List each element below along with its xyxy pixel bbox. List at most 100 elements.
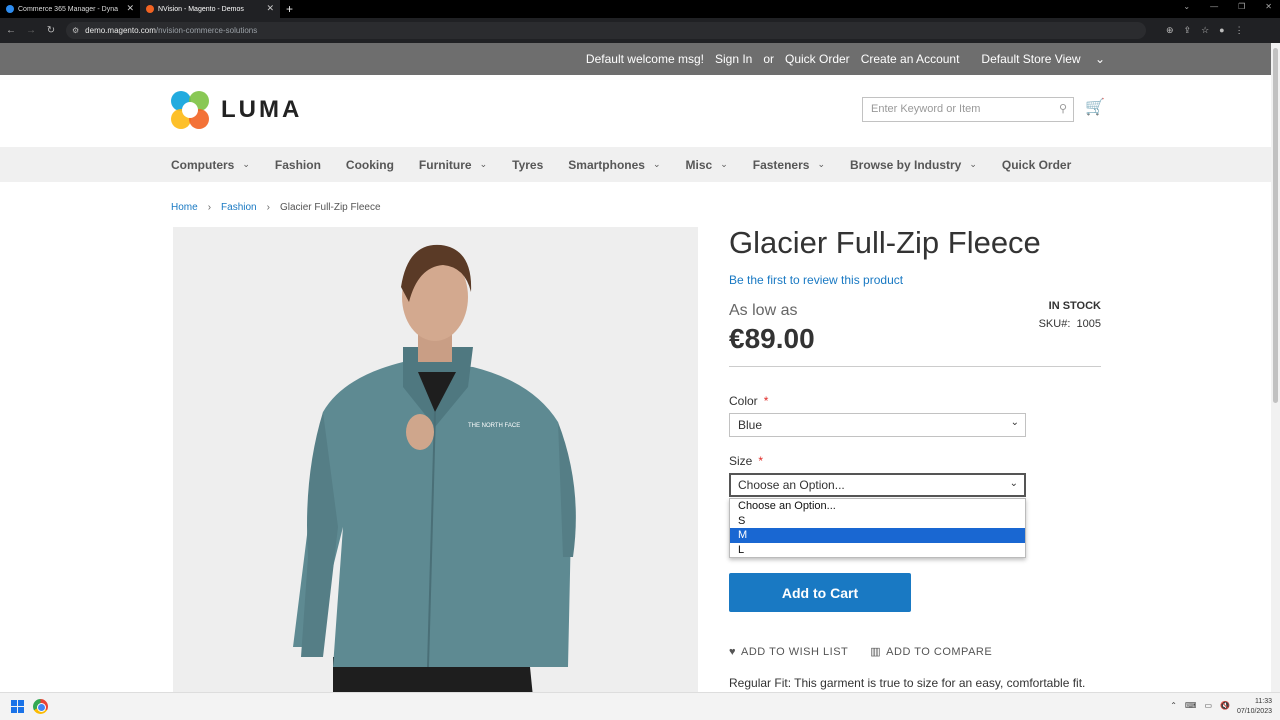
url-path: /nvision-commerce-solutions — [155, 26, 258, 35]
store-view-label: Default Store View — [981, 52, 1081, 66]
nav-item-quick-order[interactable]: Quick Order — [1002, 158, 1071, 172]
browser-tab-strip: Commerce 365 Manager - Dyna ✕ NVision - … — [0, 0, 1280, 18]
chevron-down-icon: ⌄ — [1009, 478, 1018, 489]
product-title: Glacier Full-Zip Fleece — [729, 225, 1041, 260]
chevron-down-icon: ⌄ — [817, 159, 825, 169]
scrollbar-thumb[interactable] — [1273, 48, 1278, 403]
product-description: Regular Fit: This garment is true to siz… — [729, 676, 1086, 690]
color-select[interactable]: Blue ⌄ — [729, 413, 1026, 437]
size-label-text: Size — [729, 454, 753, 468]
magento-icon — [146, 5, 154, 13]
zoom-icon[interactable]: ⊕ — [1166, 25, 1174, 36]
tab-title: Commerce 365 Manager - Dyna — [18, 5, 118, 13]
network-icon[interactable]: ▭ — [1204, 701, 1212, 710]
nav-item-smartphones[interactable]: Smartphones ⌄ — [568, 158, 660, 172]
page-scrollbar[interactable] — [1271, 43, 1280, 692]
share-icon[interactable]: ⇪ — [1184, 25, 1192, 36]
add-to-compare-link[interactable]: ▥ ADD TO COMPARE — [870, 645, 993, 659]
cart-icon[interactable]: 🛒 — [1085, 97, 1105, 117]
size-option[interactable]: L — [730, 543, 1025, 558]
profile-icon[interactable]: ● — [1219, 25, 1224, 36]
nav-item-label: Browse by Industry — [849, 157, 962, 172]
chevron-right-icon: › — [266, 202, 270, 213]
search-placeholder: Enter Keyword or Item — [871, 103, 981, 115]
main-nav: Computers ⌄ Fashion Cooking Furniture ⌄ Tyres S… — [0, 147, 1271, 182]
bar-chart-icon: ▥ — [870, 646, 882, 658]
required-marker: * — [758, 454, 764, 468]
volume-muted-icon[interactable]: 🔇 — [1220, 701, 1230, 710]
browser-tab-commerce[interactable]: Commerce 365 Manager - Dyna ✕ — [0, 0, 140, 18]
nav-item-tyres[interactable]: Tyres — [512, 158, 543, 172]
nav-item-misc[interactable]: Misc ⌄ — [686, 158, 728, 172]
compare-label: ADD TO COMPARE — [886, 645, 993, 658]
nav-item-label: Misc — [685, 157, 713, 172]
search-icon[interactable]: ⚲ — [1059, 102, 1067, 115]
search-input[interactable]: Enter Keyword or Item ⚲ — [862, 97, 1074, 122]
close-tab-icon[interactable]: ✕ — [126, 3, 134, 14]
windows-taskbar: ⌃ ⌨ ▭ 🔇 11:33 07/10/2023 — [0, 692, 1280, 720]
dynamics-icon — [6, 5, 14, 13]
size-option[interactable]: S — [730, 514, 1025, 529]
add-to-cart-button[interactable]: Add to Cart — [729, 573, 911, 612]
nav-item-computers[interactable]: Computers ⌄ — [171, 158, 250, 172]
color-label: Color * — [729, 394, 768, 408]
nav-item-label: Smartphones — [568, 157, 645, 172]
menu-icon[interactable]: ⋮ — [1235, 25, 1244, 36]
clock-time: 11:33 — [1255, 698, 1272, 705]
system-tray: ⌃ ⌨ ▭ 🔇 — [1170, 701, 1230, 710]
chevron-down-icon: ⌄ — [720, 159, 728, 169]
product-image-gallery[interactable]: THE NORTH FACE — [173, 227, 698, 692]
size-select[interactable]: Choose an Option... ⌄ — [729, 473, 1026, 497]
size-option[interactable]: Choose an Option... — [730, 499, 1025, 514]
size-option-highlighted[interactable]: M — [730, 528, 1025, 543]
restore-icon[interactable]: ❐ — [1238, 2, 1245, 11]
minimize-icon[interactable]: — — [1210, 2, 1218, 11]
nav-item-fasteners[interactable]: Fasteners ⌄ — [753, 158, 825, 172]
heart-icon: ♥ — [729, 645, 737, 658]
nav-item-furniture[interactable]: Furniture ⌄ — [419, 158, 487, 172]
required-marker: * — [763, 394, 769, 408]
chrome-icon[interactable] — [33, 699, 48, 714]
nav-item-fashion[interactable]: Fashion — [275, 158, 321, 172]
luma-logo[interactable]: LUMA — [171, 91, 302, 129]
chevron-down-icon: ⌄ — [969, 159, 977, 169]
close-tab-icon[interactable]: ✕ — [266, 3, 274, 14]
site-header: LUMA Enter Keyword or Item ⚲ 🛒 — [0, 75, 1271, 147]
add-to-wishlist-link[interactable]: ♥ ADD TO WISH LIST — [729, 645, 848, 658]
toolbar-icons: ⊕ ⇪ ☆ ● ⋮ — [1166, 25, 1244, 36]
nav-item-cooking[interactable]: Cooking — [346, 158, 394, 172]
sku-label: SKU#: — [1038, 318, 1071, 330]
breadcrumb-home[interactable]: Home — [171, 202, 198, 213]
store-view-switcher[interactable]: Default Store View ⌄ — [970, 52, 1105, 66]
wishlist-label: ADD TO WISH LIST — [741, 645, 849, 658]
bookmark-star-icon[interactable]: ☆ — [1201, 25, 1209, 36]
breadcrumb-fashion[interactable]: Fashion — [221, 202, 257, 213]
jacket-brand-text: THE NORTH FACE — [468, 423, 520, 429]
breadcrumb: Home › Fashion › Glacier Full-Zip Fleece — [171, 202, 381, 213]
tab-search-icon[interactable]: ⌄ — [1183, 2, 1190, 11]
sign-in-link[interactable]: Sign In — [715, 52, 752, 66]
size-label: Size * — [729, 454, 763, 468]
reload-icon[interactable]: ↻ — [42, 25, 60, 36]
close-window-icon[interactable]: ✕ — [1265, 2, 1272, 11]
browser-tab-magento[interactable]: NVision - Magento - Demos ✕ — [140, 0, 280, 18]
forward-icon[interactable]: → — [22, 25, 40, 36]
nav-item-browse-by-industry[interactable]: Browse by Industry ⌄ — [850, 158, 977, 172]
windows-start-icon[interactable] — [11, 700, 24, 713]
url-field[interactable]: ⚙ demo.magento.com/nvision-commerce-solu… — [66, 22, 1146, 39]
site-info-icon[interactable]: ⚙ — [72, 26, 79, 35]
nav-item-label: Furniture — [418, 157, 472, 172]
divider — [729, 366, 1101, 367]
create-account-link[interactable]: Create an Account — [861, 52, 960, 66]
back-icon[interactable]: ← — [2, 25, 20, 36]
url-host: demo.magento.com — [85, 26, 156, 35]
stock-status: IN STOCK — [1048, 300, 1101, 312]
chevron-up-icon[interactable]: ⌃ — [1170, 701, 1177, 710]
keyboard-icon[interactable]: ⌨ — [1185, 701, 1197, 710]
new-tab-button[interactable]: + — [286, 2, 293, 16]
system-clock[interactable]: 11:33 07/10/2023 — [1237, 697, 1272, 717]
quick-order-link[interactable]: Quick Order — [785, 52, 850, 66]
review-link[interactable]: Be the first to review this product — [729, 273, 903, 287]
chevron-down-icon: ⌄ — [479, 159, 488, 169]
color-select-value: Blue — [738, 418, 763, 432]
